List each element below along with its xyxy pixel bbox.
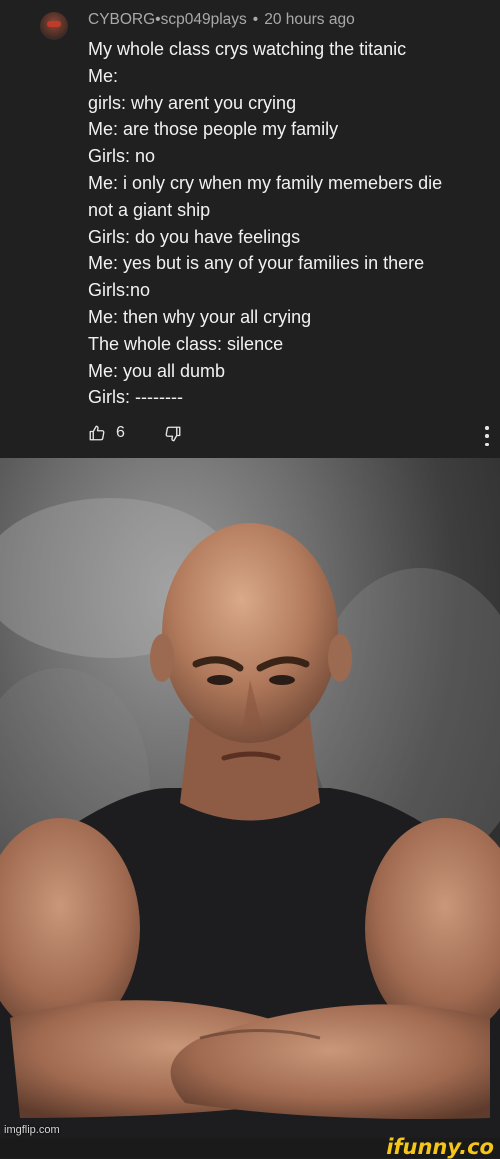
comment-line: My whole class crys watching the titanic bbox=[88, 39, 407, 59]
ear-left bbox=[150, 634, 174, 682]
comment-line: Me: bbox=[88, 65, 119, 86]
imgflip-watermark: imgflip.com bbox=[4, 1124, 60, 1136]
comment-line: Me: then why your all crying bbox=[88, 306, 312, 327]
comment-body: My whole class crys watching the titanic… bbox=[88, 36, 488, 411]
thumbs-down-icon[interactable] bbox=[164, 426, 182, 447]
thumbs-up-icon[interactable] bbox=[88, 424, 106, 442]
comment-line: Girls:no bbox=[88, 280, 151, 301]
eye-left bbox=[207, 675, 233, 685]
footer-bar: ifunny.co bbox=[0, 1136, 500, 1158]
comment-line: Me: are those people my family bbox=[88, 119, 339, 140]
comment-line: The whole class: silence bbox=[88, 333, 284, 354]
more-vertical-icon[interactable] bbox=[481, 426, 493, 446]
comment-line: Girls: no bbox=[88, 146, 156, 167]
like-count: 6 bbox=[116, 424, 125, 441]
comment-header: CYBORG•scp049plays • 20 hours ago bbox=[88, 11, 355, 29]
comment-line: not a giant ship bbox=[88, 199, 211, 220]
comment-panel: CYBORG•scp049plays • 20 hours ago My whole… bbox=[0, 0, 500, 458]
header-separator: • bbox=[252, 11, 259, 28]
comment-author[interactable]: CYBORG•scp049plays bbox=[88, 11, 247, 28]
more-dot bbox=[485, 434, 489, 438]
avatar[interactable] bbox=[40, 12, 68, 40]
comment-actions: 6 bbox=[88, 424, 493, 448]
photo-illustration bbox=[0, 458, 500, 1138]
comment-time: 20 hours ago bbox=[264, 11, 355, 28]
avatar-visor bbox=[47, 21, 61, 27]
comment-line: Me: i only cry when my family memebers d… bbox=[88, 172, 443, 193]
comment-line: Me: yes but is any of your families in t… bbox=[88, 253, 425, 274]
comment-line: Girls: do you have feelings bbox=[88, 226, 301, 247]
like-button[interactable]: 6 bbox=[88, 424, 125, 442]
more-dot bbox=[485, 442, 489, 446]
comment-line: girls: why arent you crying bbox=[88, 92, 297, 113]
ifunny-logo[interactable]: ifunny.co bbox=[386, 1136, 494, 1158]
comment-line: Girls: -------- bbox=[88, 387, 183, 408]
comment-line: Me: you all dumb bbox=[88, 360, 226, 381]
more-dot bbox=[485, 426, 489, 430]
ear-right bbox=[328, 634, 352, 682]
eye-right bbox=[269, 675, 295, 685]
dislike-button[interactable] bbox=[164, 425, 182, 448]
meme-photo: imgflip.com bbox=[0, 458, 500, 1138]
